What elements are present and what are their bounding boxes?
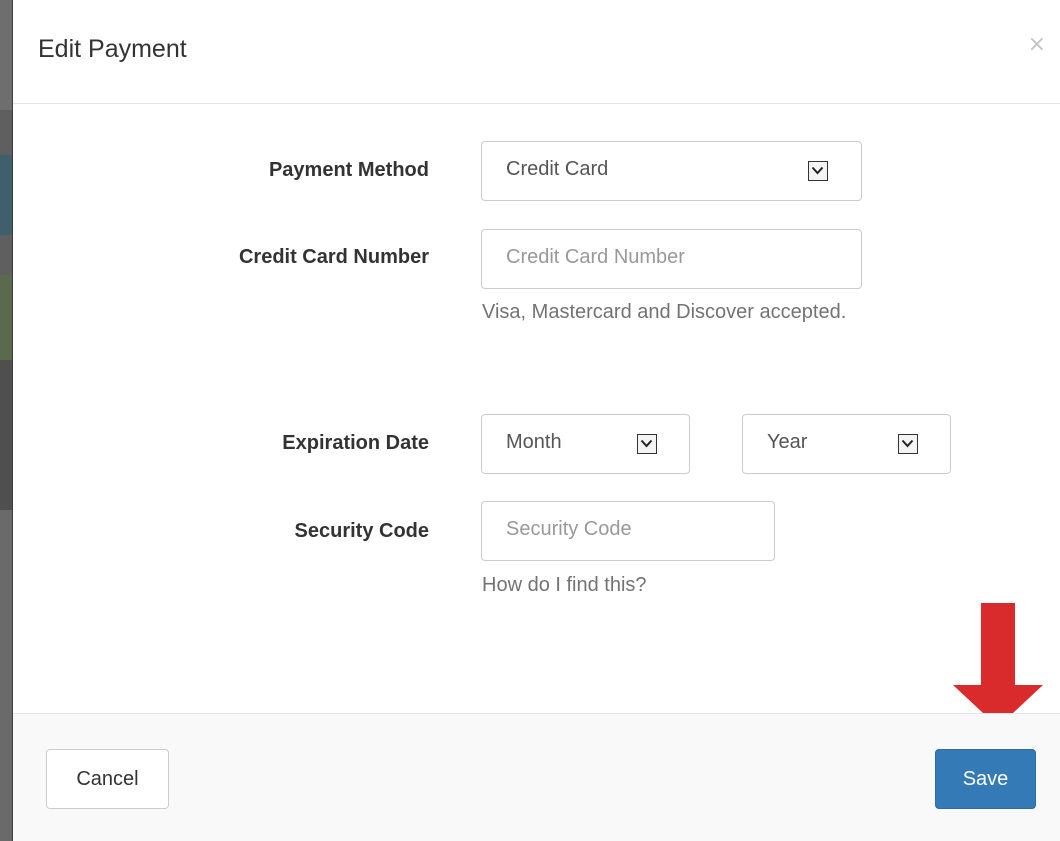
- payment-method-label: Payment Method: [268, 159, 429, 181]
- expiration-month-select[interactable]: Month: [481, 414, 690, 474]
- backdrop-strip: [0, 510, 12, 841]
- expiration-year-value: Year: [767, 431, 808, 453]
- expiration-year-select[interactable]: Year: [742, 414, 951, 474]
- backdrop-strip: [0, 0, 12, 110]
- security-code-placeholder: Security Code: [506, 518, 632, 540]
- edit-payment-modal: Edit Payment × Payment Method Credit Car…: [12, 0, 1060, 841]
- chevron-down-icon: [808, 161, 828, 181]
- modal-header: Edit Payment ×: [13, 0, 1060, 104]
- arrow-down-icon: [953, 603, 1043, 727]
- payment-method-select[interactable]: Credit Card: [481, 141, 862, 201]
- security-code-input[interactable]: Security Code: [481, 501, 775, 561]
- backdrop-strip: [0, 110, 12, 155]
- backdrop-strip: [0, 360, 12, 510]
- security-code-label: Security Code: [294, 520, 429, 542]
- card-number-input[interactable]: Credit Card Number: [481, 229, 862, 289]
- backdrop-strip: [0, 155, 12, 235]
- backdrop-strip: [0, 275, 12, 360]
- backdrop-strip: [0, 235, 12, 275]
- security-code-help-link[interactable]: How do I find this?: [482, 569, 647, 602]
- chevron-down-icon: [637, 434, 657, 454]
- card-number-label: Credit Card Number: [238, 246, 429, 268]
- card-number-placeholder: Credit Card Number: [506, 246, 685, 268]
- chevron-down-icon: [898, 434, 918, 454]
- save-button[interactable]: Save: [935, 749, 1036, 809]
- card-number-help: Visa, Mastercard and Discover accepted.: [482, 301, 847, 323]
- payment-method-value: Credit Card: [506, 158, 609, 180]
- close-icon[interactable]: ×: [1028, 32, 1046, 57]
- expiration-date-label: Expiration Date: [282, 432, 429, 454]
- expiration-month-value: Month: [506, 431, 562, 453]
- cancel-button[interactable]: Cancel: [46, 749, 169, 809]
- modal-footer: Cancel Save: [13, 713, 1060, 841]
- modal-title: Edit Payment: [38, 35, 187, 63]
